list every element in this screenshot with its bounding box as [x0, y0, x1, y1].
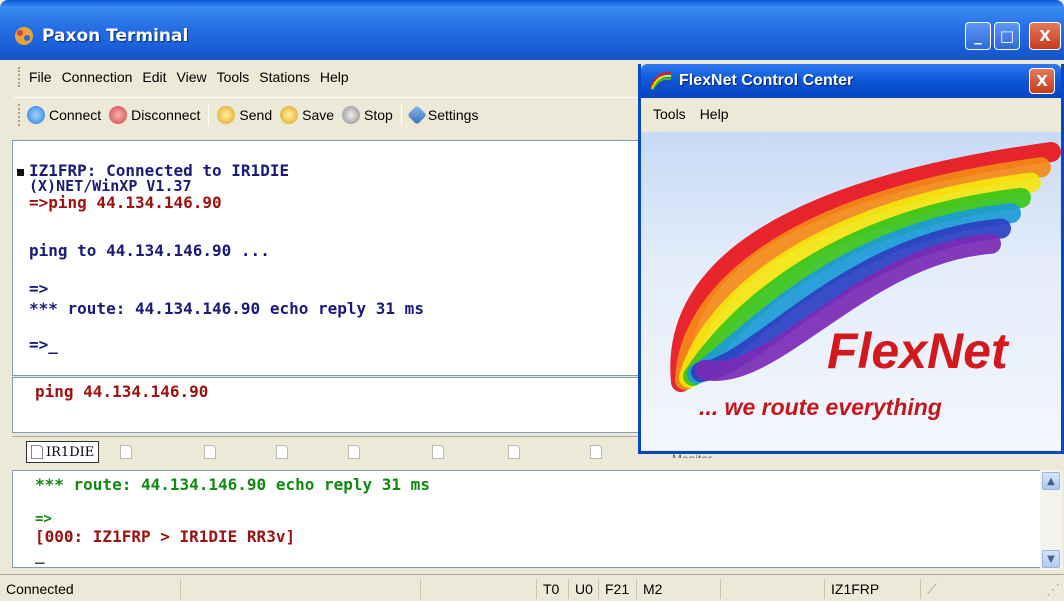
flexnet-menu-bar: Tools Help [641, 98, 1061, 130]
document-icon [204, 445, 216, 459]
scroll-down-arrow-icon[interactable]: ▼ [1042, 550, 1060, 568]
save-button[interactable]: Save [280, 105, 335, 124]
connect-icon [27, 105, 45, 124]
qso-output-pane[interactable]: IZ1FRP: Connected to IR1DIE (X)NET/WinXP… [12, 140, 642, 376]
status-empty-cell [180, 579, 187, 599]
flexnet-splash: FlexNet ... we route everything [641, 132, 1061, 450]
scroll-up-arrow-icon[interactable]: ▲ [1042, 472, 1060, 490]
tab-empty-4[interactable] [348, 441, 363, 463]
send-button[interactable]: Send [217, 105, 273, 124]
stop-icon [342, 105, 361, 124]
resize-grip-icon[interactable]: ⋰ [1040, 579, 1060, 599]
status-t: T0 [536, 579, 559, 599]
flexnet-tagline: ... we route everything [699, 394, 942, 420]
tab-empty-1[interactable] [120, 441, 135, 463]
stop-button[interactable]: Stop [342, 105, 393, 124]
flexnet-window-title: FlexNet Control Center [679, 72, 854, 89]
menu-stations[interactable]: Stations [259, 69, 310, 85]
window-title: Paxon Terminal [42, 26, 189, 46]
command-input-pane[interactable]: ping 44.134.146.90 [12, 377, 642, 433]
toolbar-separator [400, 103, 402, 126]
connect-label: Connect [49, 106, 102, 123]
status-m: M2 [636, 579, 662, 599]
menu-tools[interactable]: Tools [217, 69, 250, 85]
send-icon [217, 105, 236, 124]
settings-label: Settings [427, 106, 479, 123]
document-icon [508, 445, 520, 459]
status-empty-cell [420, 579, 427, 599]
minimize-button[interactable]: _ [965, 22, 991, 50]
document-icon [348, 445, 360, 459]
tab-empty-3[interactable] [276, 441, 291, 463]
status-text: Connected [6, 581, 74, 597]
toolbar-grip[interactable] [18, 103, 21, 126]
tab-empty-5[interactable] [432, 441, 447, 463]
output-line: ping to 44.134.146.90 ... [29, 241, 270, 260]
settings-icon [406, 104, 427, 125]
disconnect-icon [109, 105, 128, 124]
menu-bar: File Connection Edit View Tools Stations… [14, 63, 642, 91]
save-label: Save [302, 106, 335, 123]
document-icon [120, 445, 132, 459]
monitor-pane[interactable]: *** route: 44.134.146.90 echo reply 31 m… [12, 470, 1042, 568]
menu-help[interactable]: Help [320, 69, 349, 85]
maximize-button[interactable]: □ [994, 22, 1020, 50]
menu-edit[interactable]: Edit [142, 69, 166, 85]
settings-button[interactable]: Settings [406, 104, 479, 125]
monitor-line: *** route: 44.134.146.90 echo reply 31 m… [35, 475, 430, 494]
menu-file[interactable]: File [29, 69, 52, 85]
command-input-text: ping 44.134.146.90 [35, 382, 209, 401]
toolbar-separator [208, 103, 210, 126]
disconnect-button[interactable]: Disconnect [109, 105, 201, 124]
stop-label: Stop [364, 106, 393, 123]
signal-icon: ⟋ [920, 579, 937, 599]
paxon-app-icon [15, 27, 33, 45]
output-line: => [29, 279, 49, 298]
tab-empty-7[interactable] [590, 441, 605, 463]
flexnet-title-bar[interactable]: FlexNet Control Center X [641, 64, 1061, 98]
document-icon [590, 445, 602, 459]
save-icon [280, 105, 299, 124]
document-icon [276, 445, 288, 459]
output-line: =>ping 44.134.146.90 [29, 193, 222, 212]
flexnet-brand: FlexNet [827, 323, 1008, 379]
document-icon [432, 445, 444, 459]
tab-empty-6[interactable] [508, 441, 523, 463]
status-bar: Connected T0 U0 F21 M2 IZ1FRP ⟋ ⋰ [0, 574, 1064, 601]
status-callsign: IZ1FRP [824, 579, 879, 599]
flexnet-close-button[interactable]: X [1029, 68, 1055, 94]
monitor-line: _ [35, 545, 45, 564]
output-line: =>_ [29, 335, 58, 354]
menu-connection[interactable]: Connection [62, 69, 133, 85]
status-f: F21 [598, 579, 629, 599]
status-empty-cell [720, 579, 727, 599]
toolbar: Connect Disconnect Send Save Stop Settin… [14, 97, 642, 131]
monitor-line: => [35, 511, 52, 527]
menubar-grip[interactable] [18, 67, 21, 87]
flexnet-menu-help[interactable]: Help [700, 106, 729, 122]
connect-button[interactable]: Connect [27, 105, 102, 124]
tab-ir1die[interactable]: IR1DIE [26, 441, 100, 463]
monitor-scrollbar[interactable]: ▲ ▼ [1040, 470, 1062, 570]
menu-view[interactable]: View [177, 69, 207, 85]
bullet-marker [17, 169, 24, 176]
status-u: U0 [568, 579, 593, 599]
document-icon [31, 445, 43, 459]
close-button[interactable]: X [1029, 22, 1061, 50]
flexnet-menu-tools[interactable]: Tools [653, 106, 686, 122]
disconnect-label: Disconnect [131, 106, 201, 123]
flexnet-control-center-window: FlexNet Control Center X Tools Help Flex… [638, 64, 1064, 454]
title-bar[interactable]: Paxon Terminal _ □ X [0, 0, 1064, 60]
flexnet-rainbow-icon [650, 71, 672, 92]
tab-empty-2[interactable] [204, 441, 219, 463]
tab-label: IR1DIE [46, 444, 95, 460]
send-label: Send [239, 106, 273, 123]
monitor-line: [000: IZ1FRP > IR1DIE RR3v] [35, 527, 296, 546]
output-line: *** route: 44.134.146.90 echo reply 31 m… [29, 299, 424, 318]
